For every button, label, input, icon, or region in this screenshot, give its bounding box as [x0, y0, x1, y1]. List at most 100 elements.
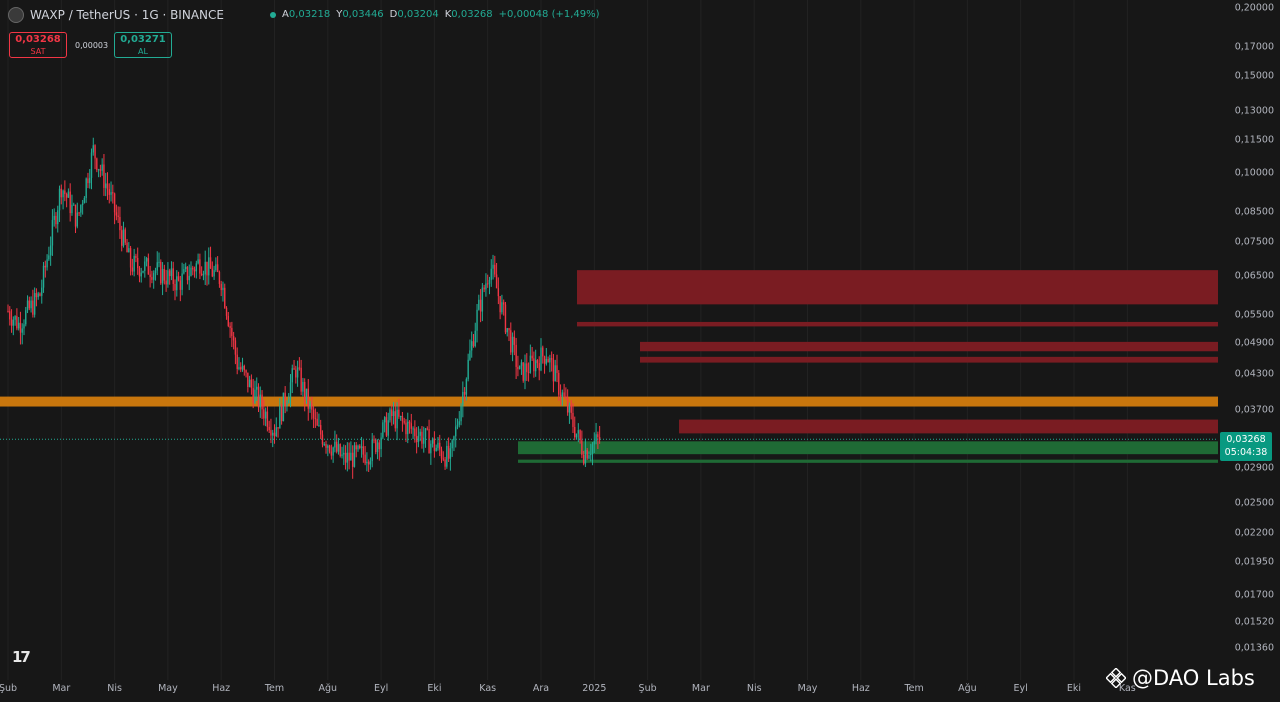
- candle: [250, 374, 253, 395]
- candle: [144, 256, 146, 278]
- price-scale[interactable]: 0,20000 0,17000 0,15000 0,13000 0,11500 0,100…: [1218, 0, 1280, 680]
- candle: [263, 400, 265, 426]
- tradingview-logo-icon[interactable]: 17: [12, 648, 31, 666]
- candle: [549, 354, 551, 373]
- candle: [598, 425, 601, 444]
- candle: [362, 440, 365, 463]
- candle: [197, 253, 199, 265]
- trading-chart[interactable]: [0, 0, 1280, 702]
- candle: [392, 401, 395, 425]
- buy-button[interactable]: 0,03271 AL: [114, 32, 172, 58]
- candle: [140, 267, 142, 283]
- candle: [337, 437, 340, 455]
- candle: [51, 209, 54, 256]
- resistance-zone: [577, 270, 1218, 305]
- candle: [460, 403, 462, 426]
- candle: [439, 434, 441, 457]
- candle: [69, 183, 71, 222]
- candle: [556, 354, 558, 383]
- ohlc-high: Y0,03446: [336, 9, 384, 20]
- price-tick-label: 0,01360: [1234, 642, 1274, 654]
- candle: [154, 267, 157, 281]
- candle: [76, 202, 78, 229]
- price-tick-label: 0,10000: [1234, 167, 1274, 179]
- candle: [33, 287, 36, 318]
- candle: [524, 354, 526, 390]
- candle: [209, 246, 212, 269]
- candle: [94, 144, 96, 170]
- candle: [398, 398, 400, 419]
- candle: [280, 403, 283, 425]
- candle: [25, 306, 27, 327]
- symbol-title[interactable]: WAXP / TetherUS · 1G · BINANCE: [30, 8, 224, 22]
- candle: [55, 212, 57, 229]
- candle: [339, 443, 341, 458]
- candle: [502, 299, 505, 316]
- candle: [302, 377, 304, 397]
- candle: [451, 438, 453, 457]
- candle: [288, 393, 290, 404]
- candle: [101, 158, 103, 176]
- sell-button[interactable]: 0,03268 SAT: [9, 32, 67, 58]
- time-tick-label: Kas: [479, 683, 497, 694]
- candle: [574, 416, 576, 441]
- candle: [357, 444, 359, 452]
- candle: [533, 351, 535, 378]
- candle: [35, 288, 38, 307]
- ohlc-change: +0,00048 (+1,49%): [498, 9, 600, 20]
- candle: [275, 417, 277, 438]
- candle: [19, 311, 22, 345]
- candle: [224, 283, 226, 309]
- candle: [335, 434, 338, 454]
- candle: [131, 258, 134, 276]
- candle: [572, 403, 574, 434]
- candle: [383, 416, 386, 433]
- candle: [248, 375, 251, 388]
- time-tick-label: Şub: [638, 683, 657, 694]
- candle: [81, 199, 84, 215]
- candle: [453, 435, 455, 452]
- price-tick-label: 0,08500: [1234, 206, 1274, 218]
- candle: [455, 418, 457, 448]
- candle: [332, 446, 334, 463]
- candle: [80, 204, 82, 217]
- candle: [311, 396, 313, 420]
- candle: [62, 189, 64, 210]
- candle: [536, 359, 539, 369]
- candle: [565, 387, 567, 401]
- candle: [506, 327, 508, 337]
- candle: [367, 459, 370, 473]
- candle: [380, 432, 382, 458]
- candle: [293, 359, 295, 370]
- candle: [71, 194, 73, 216]
- candle: [256, 377, 258, 401]
- candle: [121, 225, 123, 252]
- candle: [167, 262, 169, 288]
- candle: [318, 413, 320, 427]
- candle: [391, 404, 393, 426]
- candle: [254, 380, 256, 404]
- price-chart-canvas[interactable]: [0, 0, 1218, 680]
- candle: [57, 205, 59, 233]
- candle: [415, 427, 418, 454]
- time-tick-label: Tem: [264, 683, 285, 694]
- buy-price: 0,03271: [120, 34, 166, 45]
- resistance-zone: [577, 321, 1218, 327]
- candle: [28, 296, 31, 311]
- price-tick-label: 0,20000: [1234, 2, 1274, 14]
- resistance-zone: [679, 419, 1218, 434]
- candle: [527, 362, 530, 382]
- candle: [465, 377, 468, 401]
- candle: [177, 271, 180, 282]
- candle: [39, 292, 41, 297]
- price-tick-label: 0,02200: [1234, 527, 1274, 539]
- symbol-header[interactable]: WAXP / TetherUS · 1G · BINANCE: [8, 7, 224, 23]
- candle: [474, 322, 476, 348]
- candle: [245, 369, 247, 378]
- sell-label: SAT: [30, 47, 46, 56]
- time-tick-label: Eki: [427, 683, 442, 694]
- candle: [570, 400, 572, 420]
- candle: [307, 379, 309, 421]
- candle: [48, 246, 50, 261]
- candle: [563, 383, 565, 398]
